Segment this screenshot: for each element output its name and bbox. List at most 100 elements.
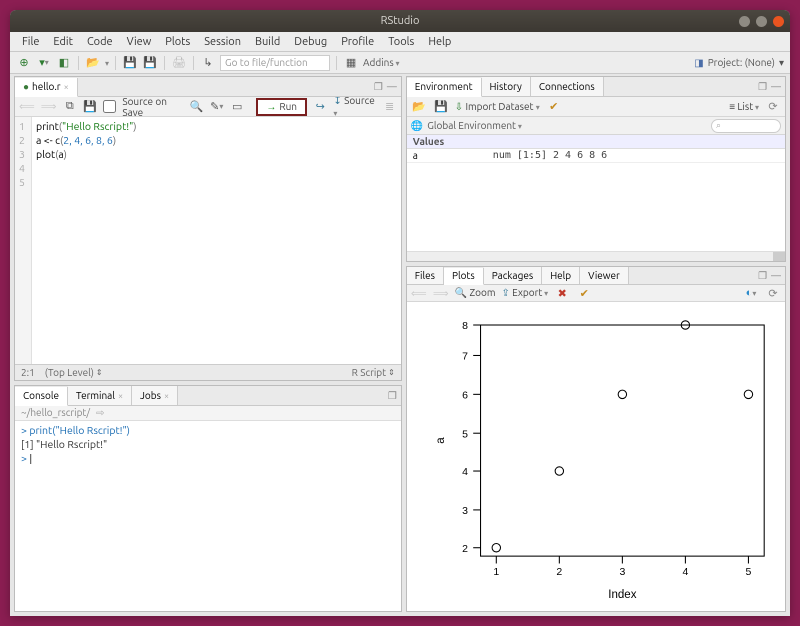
source-dropdown-button[interactable]: ↧ Source	[333, 95, 376, 118]
project-selector[interactable]: ◨ Project: (None) ▾	[694, 57, 784, 69]
pane-popout-icon[interactable]: ❐	[758, 270, 767, 282]
back-icon[interactable]: ⟸	[19, 99, 35, 115]
export-button[interactable]: ⇪ Export	[501, 287, 548, 299]
goto-input[interactable]: Go to file/function	[220, 55, 330, 71]
plot-canvas: 2 3 4 5 6 7 8	[407, 302, 785, 611]
open-file-button[interactable]: 📂	[85, 55, 101, 71]
tab-help[interactable]: Help	[542, 267, 580, 284]
menu-help[interactable]: Help	[422, 34, 457, 50]
close-button[interactable]	[773, 16, 784, 27]
remove-plot-icon[interactable]: ✖	[554, 285, 570, 301]
maximize-button[interactable]	[756, 16, 767, 27]
print-button[interactable]: 🖨	[171, 55, 187, 71]
menu-session[interactable]: Session	[198, 34, 247, 50]
save-source-icon[interactable]: 💾	[83, 99, 97, 115]
scope-label[interactable]: (Top Level)	[45, 367, 94, 378]
compile-report-icon[interactable]: ▭	[230, 99, 244, 115]
svg-text:5: 5	[745, 566, 751, 578]
forward-icon[interactable]: ⟹	[41, 99, 57, 115]
menu-tools[interactable]: Tools	[382, 34, 420, 50]
tab-environment[interactable]: Environment	[407, 78, 482, 97]
window-controls	[739, 16, 784, 27]
svg-text:3: 3	[619, 566, 625, 578]
tab-packages[interactable]: Packages	[484, 267, 542, 284]
code-body[interactable]: print("Hello Rscript!") a <- c(2, 4, 6, …	[32, 117, 401, 364]
addins-button[interactable]: Addins	[363, 57, 400, 68]
load-ws-icon[interactable]: 📂	[411, 99, 427, 115]
save-ws-icon[interactable]: 💾	[433, 99, 449, 115]
env-tabs: Environment History Connections ❐ —	[407, 77, 785, 97]
console-output[interactable]: > print("Hello Rscript!") [1] "Hello Rsc…	[15, 421, 401, 611]
console-path: ~/hello_rscript/ ⇨	[15, 406, 401, 421]
pane-collapse-icon[interactable]: —	[771, 270, 781, 281]
clear-plots-icon[interactable]: ✔	[576, 285, 592, 301]
menu-profile[interactable]: Profile	[335, 34, 380, 50]
env-scope-dropdown[interactable]: Global Environment	[427, 120, 522, 131]
y-axis: 2 3 4 5 6 7 8	[462, 321, 480, 556]
open-recent-dropdown[interactable]	[105, 57, 109, 68]
menu-build[interactable]: Build	[249, 34, 286, 50]
menu-edit[interactable]: Edit	[47, 34, 79, 50]
find-icon[interactable]: 🔍	[189, 99, 203, 115]
menu-plots[interactable]: Plots	[159, 34, 196, 50]
publish-icon[interactable]: ◐	[743, 285, 759, 301]
minimize-button[interactable]	[739, 16, 750, 27]
code-editor[interactable]: 1 2 3 4 5 print("Hello Rscript!") a <- c…	[15, 117, 401, 364]
show-in-window-icon[interactable]: ⧉	[63, 99, 77, 115]
pane-collapse-icon[interactable]: —	[771, 81, 781, 92]
plot-next-icon[interactable]: ⟹	[433, 285, 449, 301]
env-search-input[interactable]: ⌕	[711, 119, 781, 133]
list-view-toggle[interactable]: ≡ List	[729, 101, 759, 113]
tab-files[interactable]: Files	[407, 267, 444, 284]
lang-label[interactable]: R Script	[352, 367, 386, 378]
tab-plots[interactable]: Plots	[444, 268, 484, 285]
jobs-close-icon[interactable]: ×	[164, 391, 169, 401]
scrollbar-thumb[interactable]	[773, 252, 785, 261]
menubar: File Edit Code View Plots Session Build …	[10, 32, 790, 52]
tab-connections[interactable]: Connections	[531, 77, 604, 96]
new-file-dropdown[interactable]: ▾	[36, 55, 52, 71]
source-on-save-checkbox[interactable]	[103, 100, 116, 113]
pane-popout-icon[interactable]: ❐	[758, 81, 767, 93]
refresh-plot-icon[interactable]: ⟳	[765, 285, 781, 301]
save-button[interactable]: 💾	[122, 55, 138, 71]
save-all-button[interactable]: 💾	[142, 55, 158, 71]
run-button[interactable]: → Run	[256, 98, 307, 116]
env-body: Values a num [1:5] 2 4 6 8 6	[407, 135, 785, 251]
clear-env-icon[interactable]: ✔	[546, 99, 562, 115]
tab-terminal[interactable]: Terminal×	[68, 386, 132, 405]
point-5	[744, 390, 752, 398]
titlebar: RStudio	[10, 10, 790, 32]
close-tab-icon[interactable]: ×	[64, 82, 69, 92]
env-row-a[interactable]: a num [1:5] 2 4 6 8 6	[407, 149, 785, 163]
grid-icon[interactable]: ▦	[343, 55, 359, 71]
pane-popout-icon[interactable]: ❐	[388, 390, 397, 402]
new-project-button[interactable]: ◧	[56, 55, 72, 71]
refresh-icon[interactable]: ⟳	[765, 99, 781, 115]
pane-collapse-icon[interactable]: —	[387, 81, 397, 92]
source-tab-hello[interactable]: ● hello.r ×	[15, 78, 78, 97]
outline-icon[interactable]: ≣	[382, 99, 396, 115]
menu-debug[interactable]: Debug	[288, 34, 333, 50]
project-label: Project: (None)	[708, 57, 775, 68]
plot-prev-icon[interactable]: ⟸	[411, 285, 427, 301]
tab-jobs[interactable]: Jobs×	[132, 386, 178, 405]
rerun-icon[interactable]: ↪	[313, 99, 327, 115]
svg-text:5: 5	[462, 429, 468, 441]
pane-popout-icon[interactable]: ❐	[374, 81, 383, 93]
env-var-name: a	[413, 150, 493, 161]
zoom-button[interactable]: 🔍 Zoom	[455, 287, 496, 299]
tab-history[interactable]: History	[482, 77, 531, 96]
import-dataset-button[interactable]: ⇩ Import Dataset	[455, 101, 540, 113]
new-file-button[interactable]: ⊕	[16, 55, 32, 71]
terminal-close-icon[interactable]: ×	[118, 391, 123, 401]
menu-code[interactable]: Code	[81, 34, 119, 50]
svg-text:1: 1	[493, 566, 499, 578]
tab-console[interactable]: Console	[15, 387, 68, 406]
cursor-pos: 2:1	[21, 367, 35, 378]
menu-file[interactable]: File	[16, 34, 45, 50]
wand-icon[interactable]: ✎	[210, 99, 224, 115]
svg-text:2: 2	[556, 566, 562, 578]
menu-view[interactable]: View	[121, 34, 158, 50]
tab-viewer[interactable]: Viewer	[580, 267, 629, 284]
